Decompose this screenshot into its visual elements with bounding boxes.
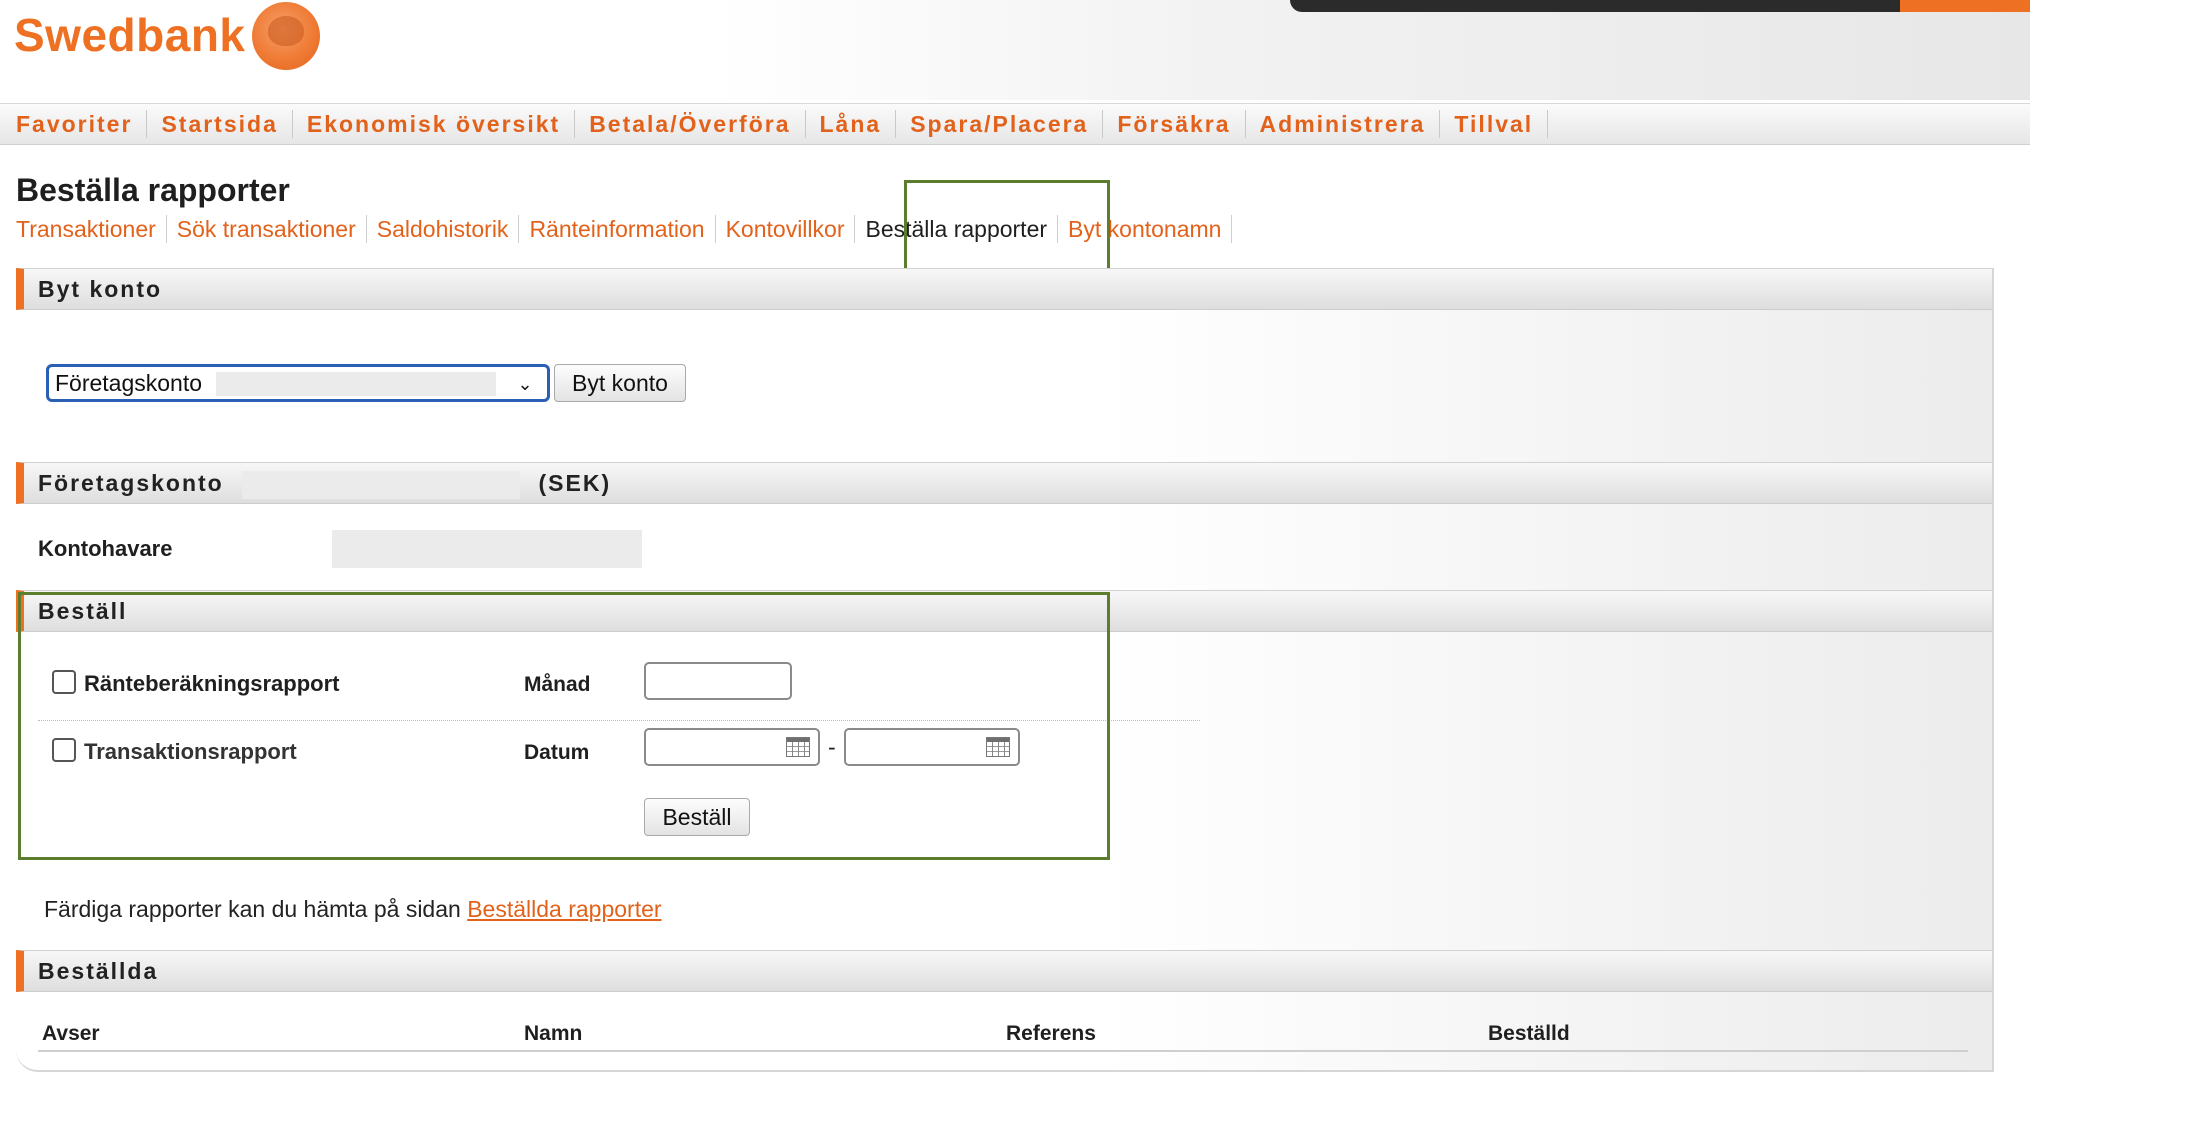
column-header-avser: Avser xyxy=(42,1022,100,1045)
nav-item-tillval[interactable]: Tillval xyxy=(1440,110,1549,138)
tab-transaktioner[interactable]: Transaktioner xyxy=(16,215,167,243)
account-header: Företagskonto (SEK) xyxy=(16,462,1992,504)
info-message: Färdiga rapporter kan du hämta på sidan xyxy=(44,896,461,922)
ordered-header: Beställda xyxy=(16,950,1992,992)
nav-item-favoriter[interactable]: Favoriter xyxy=(0,110,148,138)
page-title: Beställa rapporter xyxy=(16,172,290,208)
logout-button[interactable] xyxy=(1900,0,2030,12)
tab-sok-transaktioner[interactable]: Sök transaktioner xyxy=(167,215,367,243)
switch-account-button[interactable]: Byt konto xyxy=(554,364,686,402)
top-utility-bar xyxy=(1290,0,1900,12)
column-header-namn: Namn xyxy=(524,1022,583,1045)
nav-item-administrera[interactable]: Administrera xyxy=(1246,110,1441,138)
swedbank-oak-logo-icon[interactable] xyxy=(252,2,320,70)
nav-item-lana[interactable]: Låna xyxy=(806,110,897,138)
tab-ranteinformation[interactable]: Ränteinformation xyxy=(519,215,716,243)
redacted-account-holder xyxy=(332,530,642,568)
info-text: Färdiga rapporter kan du hämta på sidan … xyxy=(44,896,662,923)
ordered-reports-link[interactable]: Beställda rapporter xyxy=(467,896,661,922)
column-header-bestalld: Beställd xyxy=(1488,1022,1570,1045)
active-tab-highlight xyxy=(904,180,1110,272)
page-header: Swedbank xyxy=(0,0,2030,100)
nav-item-forsakra[interactable]: Försäkra xyxy=(1103,110,1246,138)
account-currency: (SEK) xyxy=(538,470,612,496)
account-title: Företagskonto xyxy=(38,470,224,496)
nav-item-spara-placera[interactable]: Spara/Placera xyxy=(896,110,1104,138)
table-header-rule xyxy=(38,1050,1968,1052)
switch-account-header: Byt konto xyxy=(16,268,1992,310)
main-navigation: Favoriter Startsida Ekonomisk översikt B… xyxy=(0,103,2030,145)
column-header-referens: Referens xyxy=(1006,1022,1096,1045)
tab-kontovillkor[interactable]: Kontovillkor xyxy=(716,215,856,243)
redacted-account-number xyxy=(242,470,521,499)
nav-item-startsida[interactable]: Startsida xyxy=(147,110,293,138)
redacted-account-number xyxy=(216,372,496,396)
nav-item-betala-overfora[interactable]: Betala/Överföra xyxy=(575,110,806,138)
order-form-highlight xyxy=(18,592,1110,860)
tab-saldohistorik[interactable]: Saldohistorik xyxy=(367,215,520,243)
swedbank-logo-text[interactable]: Swedbank xyxy=(14,8,246,62)
account-holder-label: Kontohavare xyxy=(38,536,173,561)
nav-item-ekonomisk-oversikt[interactable]: Ekonomisk översikt xyxy=(293,110,576,138)
chevron-down-icon[interactable]: ⌄ xyxy=(512,372,538,396)
